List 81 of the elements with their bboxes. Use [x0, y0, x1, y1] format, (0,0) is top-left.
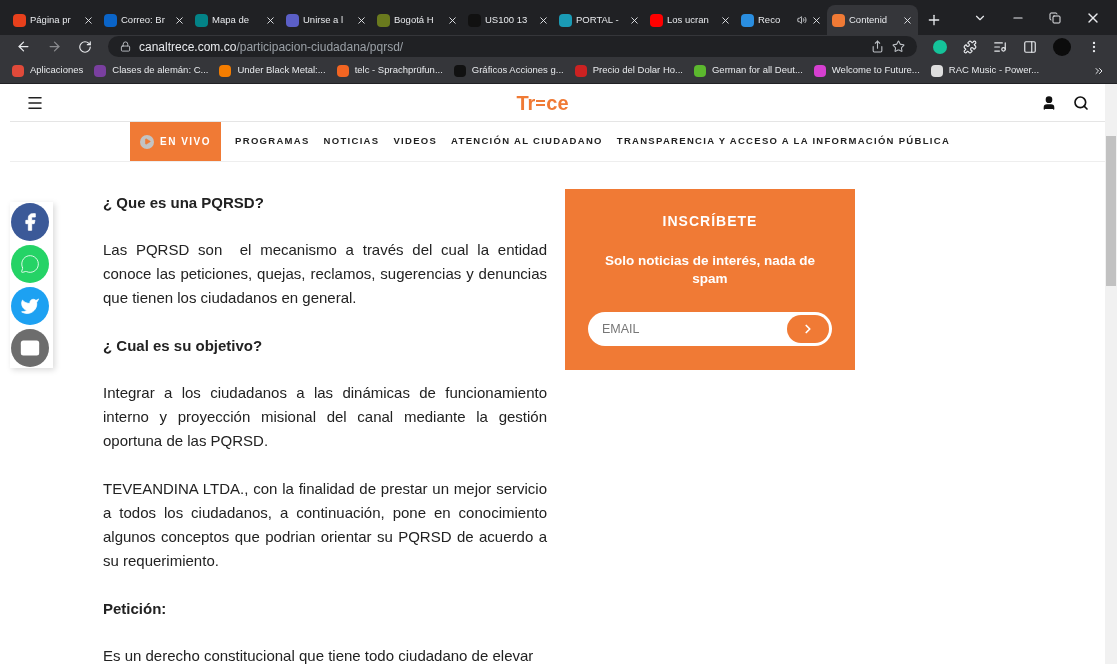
section-heading: ¿ Cual es su objetivo?: [103, 336, 264, 356]
back-icon[interactable]: [16, 39, 31, 54]
lock-icon: [120, 41, 131, 52]
tab-title: Contenid: [849, 12, 889, 27]
bookmark-item[interactable]: RAC Music - Power...: [930, 63, 1040, 78]
bookmark-star-icon[interactable]: [892, 40, 905, 53]
tab-title: Los ucran: [667, 12, 710, 27]
paragraph: Las PQRSD son el mecanismo a través del cual la entidad conoce las peticiones, quejas, reclamos, sugerencias y denuncias que tienen los ciudadanos en general.: [103, 240, 547, 308]
close-icon[interactable]: [356, 14, 367, 26]
extension-icon[interactable]: [933, 39, 947, 54]
nav-link[interactable]: NOTICIAS: [323, 122, 380, 161]
twitter-icon: [20, 296, 40, 316]
tab-title: Página pr: [30, 12, 72, 27]
paragraph: TEVEANDINA LTDA., con la finalidad de prestar un mejor servicio a todos los ciudadanos, a continuación, pone en conocimiento algunos conceptos que podrian orientar su PQRSD de acuerdo a su requerimiento.: [103, 479, 547, 571]
paragraph: Integrar a los ciudadanos a las dinámicas de funcionamiento interno y proyección misional del canal mediante la gestión oportuna de las PQRSD.: [103, 383, 547, 451]
search-icon[interactable]: [1073, 94, 1089, 111]
close-icon[interactable]: [174, 14, 185, 26]
media-icon[interactable]: [993, 39, 1007, 54]
browser-tab[interactable]: US100 13: [463, 5, 554, 35]
user-icon[interactable]: [1041, 94, 1057, 111]
reload-icon[interactable]: [78, 39, 92, 54]
section-heading: ¿ Que es una PQRSD?: [103, 193, 265, 213]
nav-link[interactable]: TRANSPARENCIA Y ACCESO A LA INFORMACIÓN PÚBLICA: [616, 122, 951, 161]
forward-icon[interactable]: [47, 39, 62, 54]
tab-title: Bogotá H: [394, 12, 435, 27]
nav-link[interactable]: PROGRAMAS: [235, 122, 310, 161]
restore-icon[interactable]: [1049, 11, 1061, 24]
close-icon[interactable]: [811, 14, 822, 26]
tab-title: Mapa de: [212, 12, 250, 27]
share-button[interactable]: [11, 329, 49, 367]
close-icon[interactable]: [447, 14, 458, 26]
browser-tab[interactable]: Mapa de: [190, 5, 281, 35]
bookmark-item[interactable]: Gráficos Acciones g...: [453, 63, 564, 78]
close-icon[interactable]: [265, 14, 276, 26]
logo: Tr ce: [516, 92, 569, 113]
close-icon[interactable]: [83, 14, 94, 26]
browser-tab[interactable]: Bogotá H: [372, 5, 463, 35]
newsletter-title: INSCRÍBETE: [662, 212, 758, 231]
tab-title: Unirse a l: [303, 12, 345, 27]
scrollbar[interactable]: [1105, 84, 1117, 664]
play-icon: [140, 134, 154, 149]
email-field[interactable]: EMAIL: [602, 319, 787, 339]
submit-button[interactable]: [787, 315, 829, 343]
tab-title: US100 13: [485, 12, 529, 27]
nav-link[interactable]: ATENCIÓN AL CIUDADANO: [451, 122, 603, 161]
tab-title: Reco: [758, 12, 782, 27]
bookmark-item[interactable]: German for all Deut...: [694, 63, 803, 78]
bookmark-item[interactable]: Precio del Dolar Ho...: [574, 63, 683, 78]
url-text: canaltrece.com.co/participacion-ciudadana/pqrsd/: [139, 38, 404, 56]
whatsapp-icon: [20, 254, 40, 274]
tab-title: Correo: Br: [121, 12, 166, 27]
bookmark-item[interactable]: telc - Sprachprüfun...: [336, 63, 443, 78]
close-icon[interactable]: [720, 14, 731, 26]
side-panel-icon[interactable]: [1023, 39, 1037, 54]
extensions-icon[interactable]: [963, 39, 977, 54]
close-icon[interactable]: [902, 14, 913, 26]
browser-tab[interactable]: PORTAL -: [554, 5, 645, 35]
close-icon[interactable]: [629, 14, 640, 26]
share-button[interactable]: [11, 203, 49, 241]
bookmark-item[interactable]: Clases de alemán: C...: [94, 63, 209, 78]
browser-tab[interactable]: Correo: Br: [99, 5, 190, 35]
tab-title: PORTAL -: [576, 12, 620, 27]
share-button[interactable]: [11, 287, 49, 325]
newsletter-subtitle: Solo noticias de interés, nada de spam: [603, 252, 817, 288]
bookmark-item[interactable]: Under Black Metal:...: [219, 63, 326, 78]
bookmark-item[interactable]: Welcome to Future...: [813, 63, 920, 78]
address-bar[interactable]: canaltrece.com.co/participacion-ciudadana/pqrsd/: [108, 36, 917, 57]
bookmark-item[interactable]: Aplicaciones: [12, 63, 84, 78]
section-heading: Petición:: [103, 599, 168, 619]
browser-tab[interactable]: Unirse a l: [281, 5, 372, 35]
new-tab-icon[interactable]: [926, 12, 942, 28]
nav-link[interactable]: VIDEOS: [393, 122, 438, 161]
email-form[interactable]: EMAIL: [588, 312, 832, 346]
share-icon[interactable]: [871, 40, 884, 53]
browser-tab[interactable]: Página pr: [8, 5, 99, 35]
browser-tab[interactable]: Reco: [736, 5, 827, 35]
browser-tab[interactable]: Los ucran: [645, 5, 736, 35]
browser-tab[interactable]: Contenid: [827, 5, 918, 35]
close-icon[interactable]: [538, 14, 549, 26]
mail-icon: [20, 338, 40, 358]
paragraph: Es un derecho constitucional que tiene todo ciudadano de elevar: [103, 646, 535, 664]
